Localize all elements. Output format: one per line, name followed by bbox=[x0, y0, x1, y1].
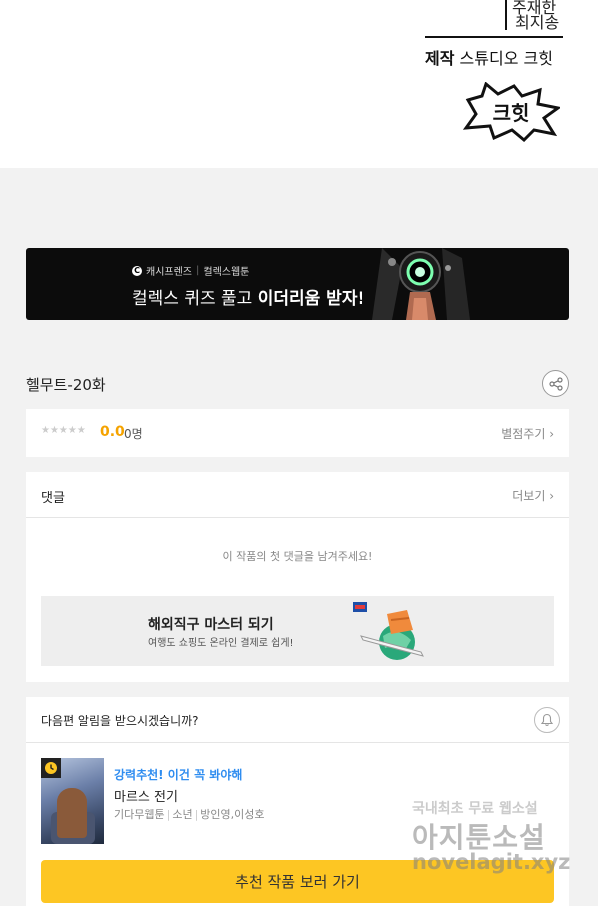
promo-banner[interactable]: C 캐시프렌즈 | 컬렉스웹툰 컬렉스 퀴즈 풀고 이더리움 받자! bbox=[26, 248, 569, 320]
next-episode-question: 다음편 알림을 받으시겠습니까? bbox=[41, 714, 199, 728]
share-button[interactable] bbox=[542, 370, 569, 397]
meta-authors: 방인영,이성호 bbox=[200, 808, 265, 821]
comments-header: 댓글 더보기 › bbox=[26, 472, 569, 518]
rating-stars[interactable]: ★★★★★ bbox=[41, 425, 86, 436]
rate-button[interactable]: 별점주기 › bbox=[501, 425, 554, 442]
ad-banner[interactable]: 해외직구 마스터 되기 여행도 쇼핑도 온라인 결제로 쉽게! bbox=[41, 596, 554, 666]
ad-travel-art bbox=[353, 602, 424, 660]
next-episode-card: 다음편 알림을 받으시겠습니까? 강력추천! 이건 꼭 봐야해 마르스 전기 기… bbox=[26, 697, 569, 906]
recommended-meta: 기다무웹툰 | 소년 | 방인영,이성호 bbox=[114, 806, 265, 822]
episode-title: 헬무트-20화 bbox=[26, 376, 106, 394]
rating-card: ★★★★★ 0.0 0명 별점주기 › bbox=[26, 409, 569, 457]
notification-button[interactable] bbox=[534, 707, 560, 733]
banner-title-bold: 이더리움 받자! bbox=[257, 289, 366, 309]
comments-more-button[interactable]: 더보기 › bbox=[512, 487, 554, 504]
next-episode-header: 다음편 알림을 받으시겠습니까? bbox=[26, 697, 569, 743]
banner-brand: C 캐시프렌즈 | 컬렉스웹툰 bbox=[132, 263, 249, 278]
studio-prefix: 제작 bbox=[425, 49, 455, 68]
meta-separator: | bbox=[166, 808, 171, 821]
banner-robot-art bbox=[362, 248, 472, 320]
studio-logo-text: 크힛 bbox=[493, 101, 530, 125]
rating-count: 0명 bbox=[124, 427, 143, 441]
banner-title-normal: 컬렉스 퀴즈 풀고 bbox=[132, 289, 258, 309]
banner-brand-separator: | bbox=[196, 265, 200, 276]
rating-score: 0.0 bbox=[100, 424, 125, 440]
thumbnail-character bbox=[57, 788, 87, 838]
credits-section: 주재한 최지송 제작 스튜디오 크힛 크힛 bbox=[0, 0, 598, 168]
credit-name-2: 최지송 bbox=[515, 13, 560, 32]
studio-name: 스튜디오 크힛 bbox=[459, 49, 553, 68]
recommended-title[interactable]: 마르스 전기 bbox=[114, 786, 178, 805]
meta-separator: | bbox=[194, 808, 199, 821]
recommend-tag: 강력추천! 이건 꼭 봐야해 bbox=[114, 768, 243, 782]
ad-title: 해외직구 마스터 되기 bbox=[148, 617, 274, 633]
credit-rule bbox=[425, 36, 563, 38]
banner-brand-left: 캐시프렌즈 bbox=[146, 267, 192, 278]
clock-icon bbox=[45, 762, 57, 774]
credit-studio: 제작 스튜디오 크힛 bbox=[425, 45, 553, 69]
studio-logo: 크힛 bbox=[462, 82, 560, 142]
banner-brand-right: 컬렉스웹툰 bbox=[203, 267, 250, 278]
ad-subtitle: 여행도 쇼핑도 온라인 결제로 쉽게! bbox=[148, 638, 294, 649]
credit-divider bbox=[505, 0, 507, 30]
meta-category: 기다무웹툰 bbox=[114, 808, 165, 821]
bell-icon bbox=[540, 713, 554, 727]
banner-title: 컬렉스 퀴즈 풀고 이더리움 받자! bbox=[132, 284, 365, 309]
comments-title: 댓글 bbox=[41, 491, 65, 506]
go-to-recommended-button[interactable]: 추천 작품 보러 가기 bbox=[41, 860, 554, 903]
comments-empty-message: 이 작품의 첫 댓글을 남겨주세요! bbox=[222, 550, 373, 563]
recommended-thumbnail[interactable] bbox=[41, 758, 104, 844]
cashfriends-logo-icon: C bbox=[132, 265, 142, 276]
wait-free-badge bbox=[41, 758, 61, 778]
meta-genre: 소년 bbox=[172, 808, 193, 821]
share-icon bbox=[548, 376, 563, 391]
comments-card: 댓글 더보기 › 이 작품의 첫 댓글을 남겨주세요! 해외직구 마스터 되기 … bbox=[26, 472, 569, 682]
